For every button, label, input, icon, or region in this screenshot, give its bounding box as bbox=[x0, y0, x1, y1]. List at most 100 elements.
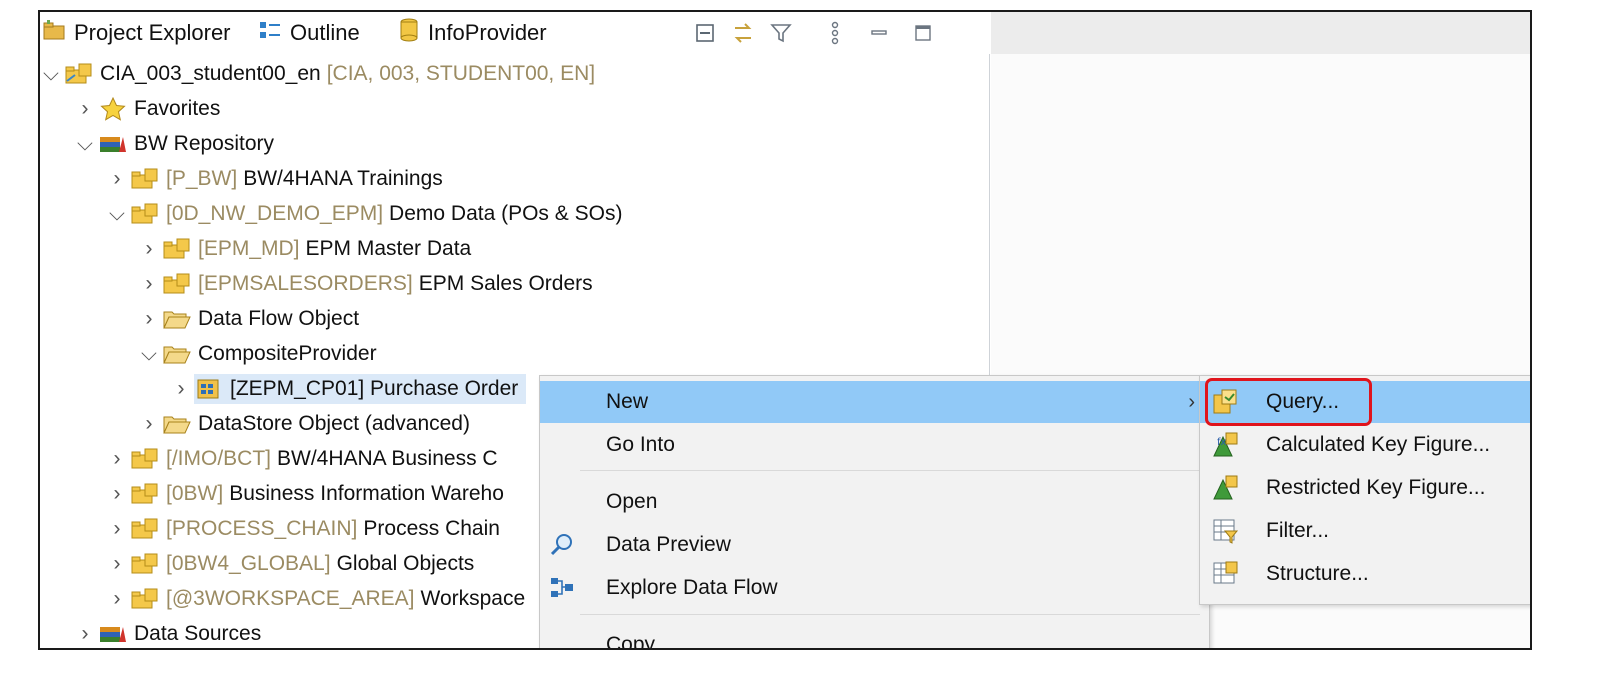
infoarea-icon bbox=[130, 552, 160, 576]
data-preview-icon bbox=[548, 531, 576, 559]
submenu-item-calculated-key-figure[interactable]: fx Calculated Key Figure... bbox=[1200, 424, 1530, 466]
tree-item-epm-md[interactable]: › [EPM_MD] EPM Master Data bbox=[138, 232, 472, 266]
infoarea-icon bbox=[130, 587, 160, 611]
tree-item-global-objects[interactable]: › [0BW4_GLOBAL] Global Objects bbox=[106, 547, 475, 581]
tech-name: [0BW4_GLOBAL] bbox=[166, 552, 331, 575]
chevron-right-icon[interactable]: › bbox=[106, 587, 128, 611]
menu-item-new[interactable]: New › bbox=[540, 381, 1209, 423]
tree-item-datastore-object[interactable]: › DataStore Object (advanced) bbox=[138, 407, 470, 441]
star-icon bbox=[98, 97, 128, 121]
tree-label: Favorites bbox=[134, 97, 221, 120]
chevron-down-icon[interactable]: ⌵ bbox=[106, 202, 128, 226]
tech-name: [0BW] bbox=[166, 482, 224, 505]
tab-project-explorer[interactable]: Project Explorer bbox=[42, 18, 231, 48]
tree-item-0bw[interactable]: › [0BW] Business Information Wareho bbox=[106, 477, 504, 511]
submenu-item-structure[interactable]: Structure... bbox=[1200, 553, 1530, 595]
tree-label: BW/4HANA Trainings bbox=[243, 167, 443, 190]
submenu-item-label: Calculated Key Figure... bbox=[1266, 433, 1491, 456]
menu-item-copy[interactable]: Copy... bbox=[540, 624, 1209, 650]
tree-item-workspace[interactable]: › [@3WORKSPACE_AREA] Workspace bbox=[106, 582, 526, 616]
menu-item-data-preview[interactable]: Data Preview bbox=[540, 524, 1209, 566]
chevron-right-icon[interactable]: › bbox=[138, 272, 160, 296]
submenu-item-restricted-key-figure[interactable]: Restricted Key Figure... bbox=[1200, 467, 1530, 509]
menu-item-open[interactable]: Open bbox=[540, 481, 1209, 523]
view-menu-icon[interactable] bbox=[822, 20, 848, 46]
project-explorer-icon bbox=[42, 19, 66, 47]
restricted-key-figure-icon bbox=[1210, 473, 1240, 503]
tree-label: EPM Sales Orders bbox=[418, 272, 593, 295]
tree-label: Process Chain bbox=[363, 517, 500, 540]
maximize-icon[interactable] bbox=[910, 20, 936, 46]
tab-label: Outline bbox=[290, 20, 360, 45]
chevron-right-icon[interactable]: › bbox=[106, 447, 128, 471]
menu-item-go-into[interactable]: Go Into bbox=[540, 424, 1209, 466]
tree-item-compositeprovider[interactable]: ⌵ CompositeProvider bbox=[138, 337, 377, 371]
tech-name: [/IMO/BCT] bbox=[166, 447, 271, 470]
chevron-right-icon[interactable]: › bbox=[138, 237, 160, 261]
tree-item-data-sources[interactable]: › Data Sources bbox=[74, 617, 262, 648]
submenu-item-filter[interactable]: Filter... bbox=[1200, 510, 1530, 552]
chevron-right-icon[interactable]: › bbox=[106, 167, 128, 191]
chevron-down-icon[interactable]: ⌵ bbox=[40, 62, 62, 86]
menu-item-label: Go Into bbox=[606, 433, 675, 456]
tree-item-process-chain[interactable]: › [PROCESS_CHAIN] Process Chain bbox=[106, 512, 500, 546]
tree-label: DataStore Object (advanced) bbox=[198, 412, 470, 435]
tree-item-favorites[interactable]: › Favorites bbox=[74, 92, 220, 126]
chevron-right-icon[interactable]: › bbox=[170, 377, 192, 401]
chevron-right-icon[interactable]: › bbox=[74, 622, 96, 646]
collapse-all-icon[interactable] bbox=[692, 20, 718, 46]
chevron-right-icon[interactable]: › bbox=[138, 412, 160, 436]
menu-separator bbox=[580, 614, 1200, 615]
tree-item-demo-data[interactable]: ⌵ [0D_NW_DEMO_EPM] Demo Data (POs & SOs) bbox=[106, 197, 622, 231]
infoarea-icon bbox=[130, 517, 160, 541]
tab-outline[interactable]: Outline bbox=[258, 18, 360, 48]
eclipse-window: Project Explorer Outline InfoProvider ⌵ … bbox=[38, 10, 1532, 650]
tab-label: Project Explorer bbox=[74, 20, 231, 45]
project-tech-info: [CIA, 003, STUDENT00, EN] bbox=[326, 62, 596, 85]
editor-tab-strip bbox=[991, 12, 1530, 54]
tree-item-p-bw[interactable]: › [P_BW] BW/4HANA Trainings bbox=[106, 162, 443, 196]
tree-item-data-flow-object[interactable]: › Data Flow Object bbox=[138, 302, 360, 336]
tree-item-zepm-cp01[interactable]: › [ZEPM_CP01] Purchase Order bbox=[170, 372, 527, 406]
tree-item-bw-repository[interactable]: ⌵ BW Repository bbox=[74, 127, 274, 161]
filter-icon[interactable] bbox=[768, 20, 794, 46]
tech-name: [EPM_MD] bbox=[198, 237, 300, 260]
filter-object-icon bbox=[1210, 516, 1240, 546]
tree-label: BW/4HANA Business C bbox=[277, 447, 498, 470]
calculated-key-figure-icon: fx bbox=[1210, 430, 1240, 460]
tree-label: BW Repository bbox=[134, 132, 275, 155]
chevron-right-icon: › bbox=[1188, 390, 1195, 413]
chevron-down-icon[interactable]: ⌵ bbox=[138, 342, 160, 366]
svg-text:fx: fx bbox=[1217, 437, 1227, 448]
menu-item-label: Open bbox=[606, 490, 658, 513]
chevron-down-icon[interactable]: ⌵ bbox=[74, 132, 96, 156]
chevron-right-icon[interactable]: › bbox=[106, 482, 128, 506]
link-with-editor-icon[interactable] bbox=[730, 20, 756, 46]
submenu-item-label: Structure... bbox=[1266, 562, 1369, 585]
chevron-right-icon[interactable]: › bbox=[106, 517, 128, 541]
bw-repository-icon bbox=[98, 132, 128, 156]
chevron-right-icon[interactable]: › bbox=[138, 307, 160, 331]
project-name: CIA_003_student00_en bbox=[100, 62, 321, 85]
menu-item-explore-data-flow[interactable]: Explore Data Flow bbox=[540, 567, 1209, 609]
submenu-item-label: Restricted Key Figure... bbox=[1266, 476, 1486, 499]
infoarea-icon bbox=[130, 447, 160, 471]
tree-item-imo-bct[interactable]: › [/IMO/BCT] BW/4HANA Business C bbox=[106, 442, 498, 476]
tree-label: Demo Data (POs & SOs) bbox=[389, 202, 623, 225]
minimize-icon[interactable] bbox=[866, 20, 892, 46]
menu-item-label: Copy... bbox=[606, 633, 671, 650]
menu-separator bbox=[580, 470, 1200, 471]
tree-label: Global Objects bbox=[336, 552, 475, 575]
tab-infoprovider[interactable]: InfoProvider bbox=[398, 18, 547, 48]
folder-icon bbox=[162, 412, 192, 436]
chevron-right-icon[interactable]: › bbox=[106, 552, 128, 576]
tree-item-epm-sales-orders[interactable]: › [EPMSALESORDERS] EPM Sales Orders bbox=[138, 267, 593, 301]
chevron-right-icon[interactable]: › bbox=[74, 97, 96, 121]
tree-item-project[interactable]: ⌵ CIA_003_student00_en [CIA, 003, STUDEN… bbox=[40, 57, 595, 91]
submenu-item-label: Filter... bbox=[1266, 519, 1330, 542]
tech-name: [0D_NW_DEMO_EPM] bbox=[166, 202, 384, 225]
selection-highlight: [ZEPM_CP01] Purchase Order bbox=[194, 374, 527, 404]
tree-label: Data Sources bbox=[134, 622, 262, 645]
tech-name: [@3WORKSPACE_AREA] bbox=[166, 587, 415, 610]
tree-label: Workspace bbox=[420, 587, 526, 610]
